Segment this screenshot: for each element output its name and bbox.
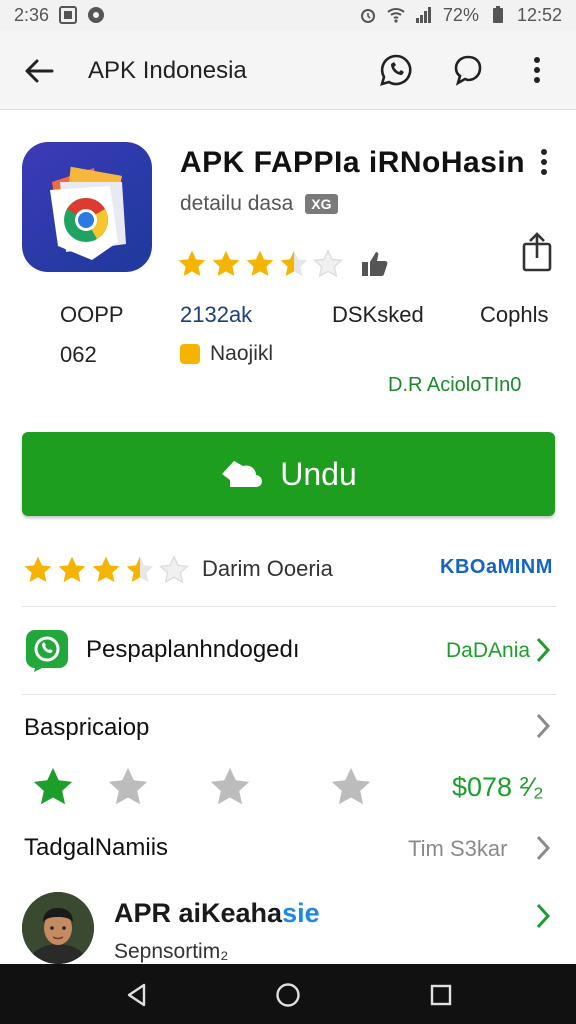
description-row-label: Baspricaiop [24,714,150,741]
browser-logo-icon [50,166,126,260]
thumbs-up-icon[interactable] [358,246,392,280]
star-gray-icon[interactable] [105,764,151,810]
install-button[interactable]: Undu [22,432,555,516]
stat-label-2: 2132ak [180,302,253,327]
install-label: Undu [280,455,357,492]
developer-name[interactable]: detailu dasa [180,192,293,216]
divider [22,694,556,695]
badge-text: Naojikl [210,342,274,365]
battery-icon [492,6,503,23]
star-half-icon [280,250,308,276]
developer-badge: XG [305,194,338,214]
back-arrow-icon[interactable] [22,54,56,88]
app-header: APK FAPPIa iRNoHasin detailu dasa XG OOP… [0,112,576,422]
whatsapp-row-label: Pespaplanhndogedı [86,636,300,663]
tags-row-label: TadgalNamiis [24,834,169,861]
whatsapp-icon[interactable] [378,52,414,88]
star-full-icon [246,250,274,276]
wifi-icon [387,8,405,23]
battery-percent: 72% [442,4,479,25]
star-empty-icon [159,555,189,584]
back-triangle-icon[interactable] [124,982,150,1008]
stat-label-4: Cophls [480,302,549,327]
publisher-name-part1: APR aiKeaha [114,898,283,928]
record-notification-icon [88,7,105,23]
rating-row-label: Darim Ooeria [202,556,333,581]
chat-bubble-icon[interactable] [450,52,486,88]
publisher-row[interactable]: APR aiKeahasie Sepnsortim₂ [0,884,576,964]
chevron-right-icon [536,903,551,929]
chevron-right-icon [536,713,551,739]
tags-row-link[interactable]: Tim S3kar [408,836,507,862]
star-half-icon [126,556,154,582]
star-full-icon [24,556,52,582]
divider [22,606,556,607]
developer-line: detailu dasa XG [180,192,338,216]
whatsapp-row-link[interactable]: DaDAnia [446,639,530,663]
star-gray-icon[interactable] [328,764,374,810]
alarm-icon [360,9,375,23]
app-name: APK FAPPIa iRNoHasin [180,146,526,179]
gallery-notification-icon [59,6,78,24]
star-full-icon [58,556,86,582]
star-gray-icon[interactable] [207,764,253,810]
star-empty-icon [313,249,343,278]
tags-row[interactable]: TadgalNamiis Tim S3kar [0,820,576,880]
app-bar-title: APK Indonesia [88,57,247,84]
signal-icon [415,7,431,23]
rating-row-stars [22,554,190,586]
chevron-right-icon [536,637,551,663]
whatsapp-share-icon [26,630,68,672]
rating-row[interactable]: Darim Ooeria KBOaMINM [0,540,576,606]
home-circle-icon[interactable] [275,982,301,1008]
star-full-icon [178,250,206,276]
cloud-download-icon [222,461,263,487]
status-bar: 2:36 72% 12:52 [0,0,576,30]
app-more-icon[interactable] [530,146,558,182]
age-rating[interactable]: D.R AcioloTIn0 [388,374,521,397]
rating-row-link[interactable]: KBOaMINM [440,556,553,579]
star-full-icon [212,250,240,276]
recents-square-icon[interactable] [428,982,454,1008]
app-logo[interactable] [22,142,152,272]
app-badge: Naojikl [180,342,273,366]
system-nav-bar [0,964,576,1024]
app-bar: APK Indonesia [0,30,576,110]
status-time-right: 12:52 [516,4,562,25]
publisher-name-part2: sie [282,898,320,928]
more-vert-icon[interactable] [522,52,552,88]
app-rating-stars [176,248,344,280]
publisher-subtitle: Sepnsortim₂ [114,940,229,963]
description-row[interactable]: Baspricaiop $078 ²⁄₂ [0,700,576,820]
stat-label-1: OOPP [60,302,124,327]
coin-icon [180,344,200,364]
whatsapp-row[interactable]: Pespaplanhndogedı DaDAnia [0,612,576,692]
stat-label-3: DSKsked [332,302,424,327]
share-icon[interactable] [518,230,556,274]
status-time-left: 2:36 [14,4,50,25]
publisher-name: APR aiKeahasie [114,898,320,929]
person-avatar-icon [22,892,94,964]
price-label[interactable]: $078 ²⁄₂ [452,772,544,803]
avatar [22,892,94,964]
star-green-icon[interactable] [30,764,76,810]
stat-value-1: 062 [60,342,97,367]
star-full-icon [92,556,120,582]
chevron-right-icon [536,835,551,861]
